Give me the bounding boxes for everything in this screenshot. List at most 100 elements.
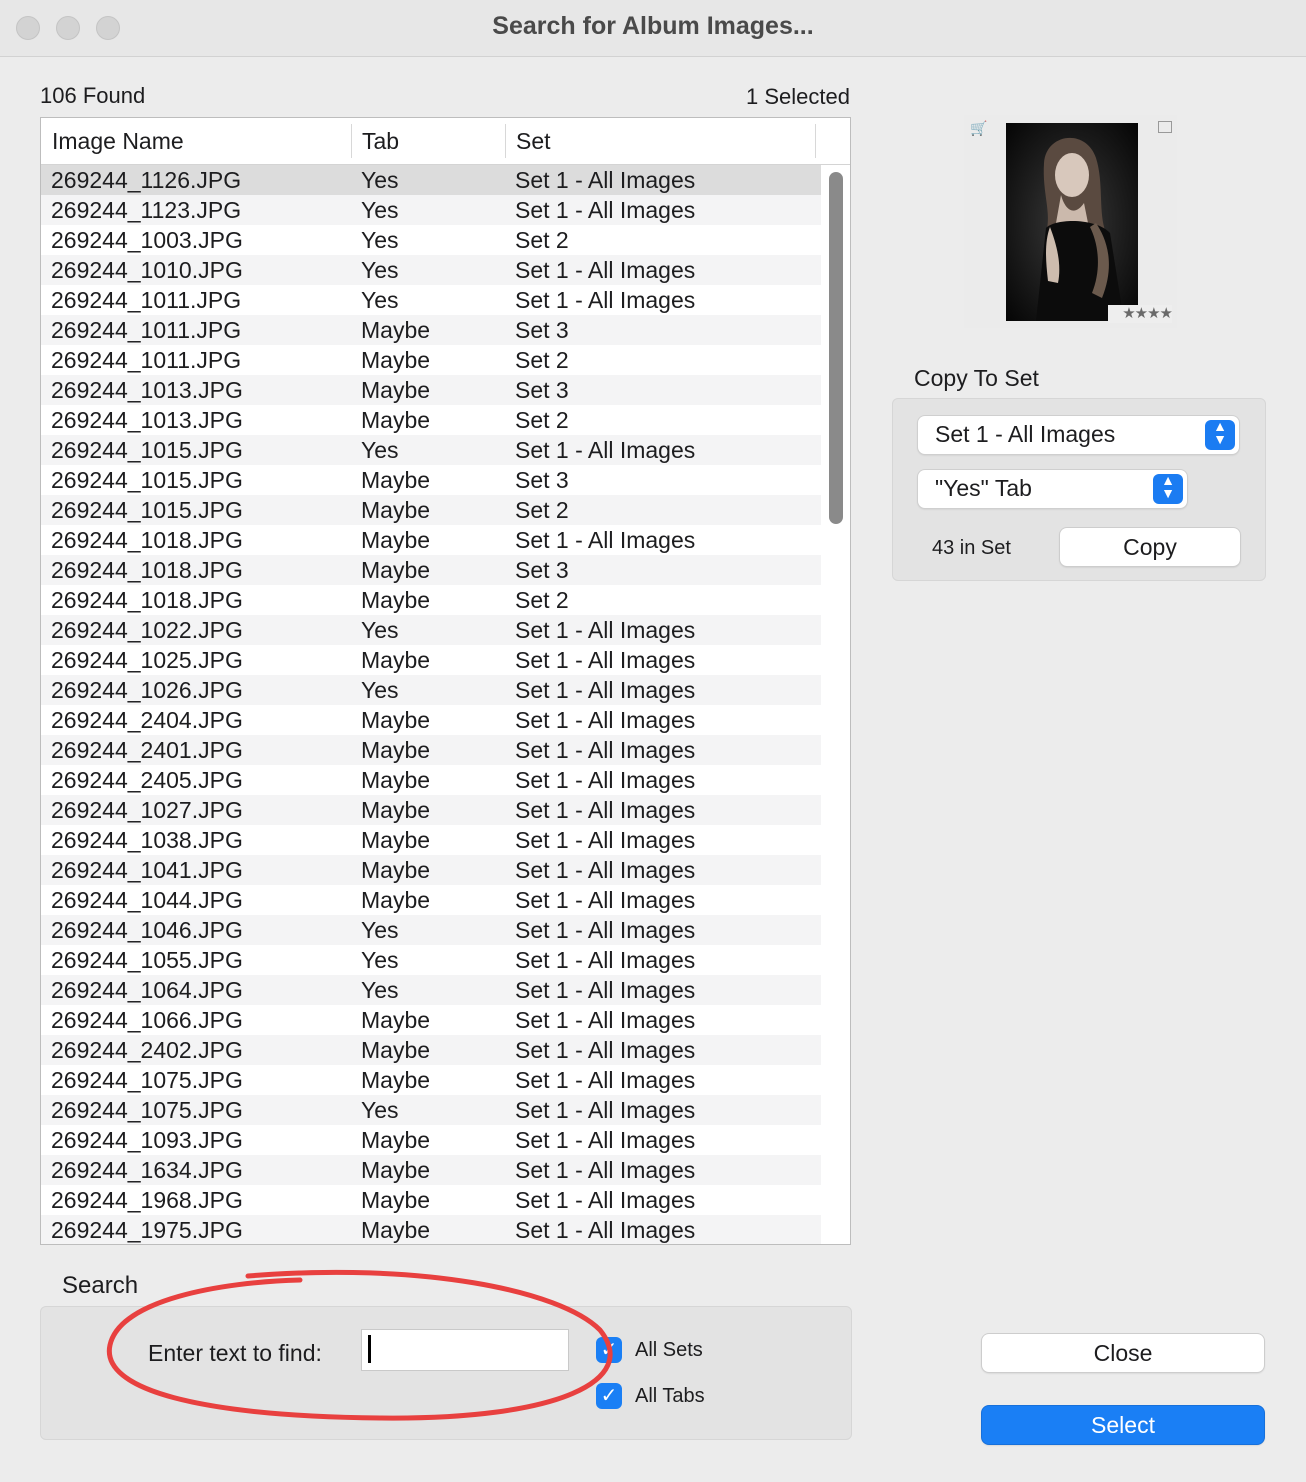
image-name-cell: 269244_2402.JPG — [51, 1037, 243, 1063]
results-table[interactable]: Image Name Tab Set 269244_1126.JPG Yes Set… — [40, 117, 851, 1245]
column-header-set[interactable]: Set — [516, 128, 551, 155]
tab-cell: Yes — [361, 197, 399, 223]
tab-popup[interactable]: "Yes" Tab ▲ ▼ — [918, 470, 1187, 508]
set-cell: Set 1 - All Images — [515, 677, 696, 703]
select-button[interactable]: Select — [982, 1406, 1264, 1444]
close-button[interactable]: Close — [982, 1334, 1264, 1372]
table-row[interactable]: 269244_1075.JPG Maybe Set 1 - All Images — [41, 1065, 821, 1095]
set-cell: Set 1 - All Images — [515, 947, 696, 973]
set-cell: Set 3 — [515, 377, 569, 403]
copy-button[interactable]: Copy — [1060, 528, 1240, 566]
table-row[interactable]: 269244_1013.JPG Maybe Set 3 — [41, 375, 821, 405]
set-cell: Set 1 - All Images — [515, 737, 696, 763]
column-header-tab[interactable]: Tab — [362, 128, 399, 155]
image-name-cell: 269244_1022.JPG — [51, 617, 243, 643]
table-row[interactable]: 269244_1038.JPG Maybe Set 1 - All Images — [41, 825, 821, 855]
title-bar: Search for Album Images... — [0, 0, 1306, 57]
table-row[interactable]: 269244_1046.JPG Yes Set 1 - All Images — [41, 915, 821, 945]
table-row[interactable]: 269244_1066.JPG Maybe Set 1 - All Images — [41, 1005, 821, 1035]
table-row[interactable]: 269244_1015.JPG Maybe Set 2 — [41, 495, 821, 525]
table-row[interactable]: 269244_1018.JPG Maybe Set 3 — [41, 555, 821, 585]
tab-cell: Maybe — [361, 467, 431, 493]
set-cell: Set 3 — [515, 317, 569, 343]
table-row[interactable]: 269244_2401.JPG Maybe Set 1 - All Images — [41, 735, 821, 765]
tab-cell: Yes — [361, 677, 399, 703]
image-name-cell: 269244_1025.JPG — [51, 647, 243, 673]
set-cell: Set 1 - All Images — [515, 527, 696, 553]
image-name-cell: 269244_1018.JPG — [51, 527, 243, 553]
table-row[interactable]: 269244_2402.JPG Maybe Set 1 - All Images — [41, 1035, 821, 1065]
table-row[interactable]: 269244_1055.JPG Yes Set 1 - All Images — [41, 945, 821, 975]
table-header: Image Name Tab Set — [41, 118, 850, 165]
table-row[interactable]: 269244_1011.JPG Maybe Set 2 — [41, 345, 821, 375]
table-row[interactable]: 269244_1026.JPG Yes Set 1 - All Images — [41, 675, 821, 705]
table-row[interactable]: 269244_1015.JPG Yes Set 1 - All Images — [41, 435, 821, 465]
table-row[interactable]: 269244_1018.JPG Maybe Set 2 — [41, 585, 821, 615]
table-row[interactable]: 269244_1011.JPG Maybe Set 3 — [41, 315, 821, 345]
set-cell: Set 1 - All Images — [515, 1067, 696, 1093]
tab-cell: Maybe — [361, 767, 431, 793]
image-name-cell: 269244_1003.JPG — [51, 227, 243, 253]
table-row[interactable]: 269244_1015.JPG Maybe Set 3 — [41, 465, 821, 495]
tab-cell: Yes — [361, 917, 399, 943]
table-row[interactable]: 269244_1064.JPG Yes Set 1 - All Images — [41, 975, 821, 1005]
table-row[interactable]: 269244_1013.JPG Maybe Set 2 — [41, 405, 821, 435]
text-caret — [368, 1335, 371, 1363]
all-tabs-checkbox[interactable]: ✓ — [596, 1383, 622, 1409]
table-row[interactable]: 269244_1041.JPG Maybe Set 1 - All Images — [41, 855, 821, 885]
image-name-cell: 269244_1015.JPG — [51, 437, 243, 463]
search-input[interactable] — [361, 1329, 569, 1371]
table-row[interactable]: 269244_2405.JPG Maybe Set 1 - All Images — [41, 765, 821, 795]
image-name-cell: 269244_1126.JPG — [51, 167, 242, 193]
table-row[interactable]: 269244_1022.JPG Yes Set 1 - All Images — [41, 615, 821, 645]
all-tabs-label: All Tabs — [635, 1385, 705, 1407]
tab-cell: Maybe — [361, 317, 431, 343]
updown-chevron-icon: ▲ ▼ — [1205, 419, 1235, 450]
table-row[interactable]: 269244_1044.JPG Maybe Set 1 - All Images — [41, 885, 821, 915]
tab-cell: Maybe — [361, 587, 431, 613]
image-name-cell: 269244_1066.JPG — [51, 1007, 243, 1033]
cart-icon[interactable]: 🛒 — [970, 120, 987, 137]
image-name-cell: 269244_1018.JPG — [51, 557, 243, 583]
image-name-cell: 269244_1634.JPG — [51, 1157, 243, 1183]
tab-cell: Maybe — [361, 857, 431, 883]
table-row[interactable]: 269244_1968.JPG Maybe Set 1 - All Images — [41, 1185, 821, 1215]
tab-popup-value: "Yes" Tab — [935, 475, 1032, 501]
set-cell: Set 1 - All Images — [515, 1157, 696, 1183]
image-name-cell: 269244_2404.JPG — [51, 707, 243, 733]
table-row[interactable]: 269244_1093.JPG Maybe Set 1 - All Images — [41, 1125, 821, 1155]
set-cell: Set 1 - All Images — [515, 287, 696, 313]
table-row[interactable]: 269244_1011.JPG Yes Set 1 - All Images — [41, 285, 821, 315]
set-cell: Set 1 - All Images — [515, 1187, 696, 1213]
all-sets-checkbox[interactable]: ✓ — [596, 1337, 622, 1363]
table-row[interactable]: 269244_1003.JPG Yes Set 2 — [41, 225, 821, 255]
table-row[interactable]: 269244_1010.JPG Yes Set 1 - All Images — [41, 255, 821, 285]
table-row[interactable]: 269244_1975.JPG Maybe Set 1 - All Images — [41, 1215, 821, 1244]
table-row[interactable]: 269244_1025.JPG Maybe Set 1 - All Images — [41, 645, 821, 675]
table-row[interactable]: 269244_1018.JPG Maybe Set 1 - All Images — [41, 525, 821, 555]
tab-cell: Maybe — [361, 557, 431, 583]
tab-cell: Maybe — [361, 737, 431, 763]
tab-cell: Yes — [361, 227, 399, 253]
set-cell: Set 3 — [515, 557, 569, 583]
column-header-image-name[interactable]: Image Name — [52, 128, 184, 155]
table-row[interactable]: 269244_1075.JPG Yes Set 1 - All Images — [41, 1095, 821, 1125]
film-icon[interactable] — [1158, 121, 1172, 133]
set-cell: Set 1 - All Images — [515, 1127, 696, 1153]
in-set-count: 43 in Set — [932, 537, 1011, 559]
table-row[interactable]: 269244_1126.JPG Yes Set 1 - All Images — [41, 165, 821, 195]
table-row[interactable]: 269244_2404.JPG Maybe Set 1 - All Images — [41, 705, 821, 735]
table-row[interactable]: 269244_1634.JPG Maybe Set 1 - All Images — [41, 1155, 821, 1185]
tab-cell: Maybe — [361, 1007, 431, 1033]
set-cell: Set 1 - All Images — [515, 437, 696, 463]
tab-cell: Yes — [361, 257, 399, 283]
set-popup[interactable]: Set 1 - All Images ▲ ▼ — [918, 416, 1239, 454]
table-row[interactable]: 269244_1123.JPG Yes Set 1 - All Images — [41, 195, 821, 225]
set-cell: Set 1 - All Images — [515, 617, 696, 643]
vertical-scrollbar[interactable] — [829, 172, 843, 524]
image-name-cell: 269244_1010.JPG — [51, 257, 243, 283]
table-row[interactable]: 269244_1027.JPG Maybe Set 1 - All Images — [41, 795, 821, 825]
set-cell: Set 1 - All Images — [515, 707, 696, 733]
image-name-cell: 269244_2405.JPG — [51, 767, 243, 793]
tab-cell: Maybe — [361, 1037, 431, 1063]
